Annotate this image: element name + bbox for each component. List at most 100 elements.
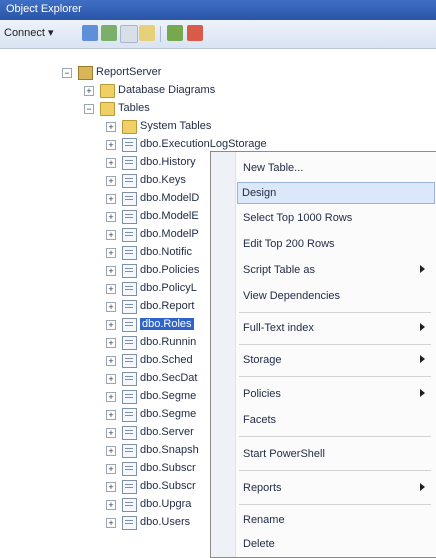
context-menu: New Table... Design Select Top 1000 Rows…: [210, 151, 436, 558]
expand-icon[interactable]: +: [106, 356, 116, 366]
table-icon: [122, 300, 137, 314]
menu-item-facets[interactable]: Facets: [239, 410, 431, 430]
expand-icon[interactable]: +: [106, 320, 116, 330]
table-label[interactable]: dbo.Keys: [140, 174, 186, 186]
menu-item-label: View Dependencies: [243, 290, 341, 302]
menu-item-label: Facets: [243, 414, 277, 426]
expand-icon[interactable]: +: [106, 212, 116, 222]
toolbar: Connect ▾: [0, 20, 436, 49]
table-label[interactable]: dbo.ExecutionLogStorage: [140, 138, 267, 150]
folder-label[interactable]: System Tables: [140, 120, 211, 132]
refresh-icon[interactable]: [167, 25, 183, 41]
connect-object-explorer-icon[interactable]: [82, 25, 98, 41]
expand-icon[interactable]: +: [106, 464, 116, 474]
table-label[interactable]: dbo.SecDat: [140, 372, 197, 384]
expand-icon[interactable]: +: [106, 158, 116, 168]
expand-icon[interactable]: +: [106, 518, 116, 528]
table-label[interactable]: dbo.Segme: [140, 390, 196, 402]
expand-icon[interactable]: +: [106, 176, 116, 186]
expand-icon[interactable]: +: [106, 428, 116, 438]
table-label[interactable]: dbo.PolicyL: [140, 282, 197, 294]
disconnect-icon[interactable]: [101, 25, 117, 41]
expand-icon[interactable]: +: [106, 410, 116, 420]
table-label[interactable]: dbo.Notific: [140, 246, 192, 258]
expand-icon[interactable]: +: [106, 284, 116, 294]
expand-icon[interactable]: +: [106, 392, 116, 402]
table-label[interactable]: dbo.Snapsh: [140, 444, 199, 456]
expand-icon[interactable]: +: [106, 248, 116, 258]
table-icon: [122, 372, 137, 386]
table-icon: [122, 462, 137, 476]
table-icon: [122, 444, 137, 458]
table-label[interactable]: dbo.ModelP: [140, 228, 199, 240]
menu-icon-strip: [211, 152, 236, 557]
table-label[interactable]: dbo.Runnin: [140, 336, 196, 348]
menu-item-design[interactable]: Design: [237, 182, 435, 204]
menu-item-label: Select Top 1000 Rows: [243, 212, 353, 224]
menu-item-edit-top-rows[interactable]: Edit Top 200 Rows: [239, 234, 431, 254]
menu-item-new-table[interactable]: New Table...: [239, 158, 431, 178]
menu-item-rename[interactable]: Rename: [239, 510, 431, 530]
menu-item-reports[interactable]: Reports: [239, 478, 431, 498]
menu-item-delete[interactable]: Delete: [239, 534, 431, 554]
menu-item-view-dependencies[interactable]: View Dependencies: [239, 286, 431, 306]
table-icon: [122, 426, 137, 440]
expand-icon[interactable]: +: [106, 194, 116, 204]
server-label[interactable]: ReportServer: [96, 66, 161, 78]
collapse-icon[interactable]: −: [62, 68, 72, 78]
folder-icon: [100, 84, 115, 98]
connect-button[interactable]: Connect ▾: [4, 26, 54, 39]
table-icon: [122, 408, 137, 422]
expand-icon[interactable]: +: [106, 230, 116, 240]
menu-item-label: Policies: [243, 388, 281, 400]
menu-item-label: Design: [242, 187, 277, 199]
table-icon: [122, 138, 137, 152]
stop-icon[interactable]: [120, 25, 138, 43]
filter-icon[interactable]: [139, 25, 155, 41]
table-icon: [122, 354, 137, 368]
table-label[interactable]: dbo.Report: [140, 300, 194, 312]
table-label[interactable]: dbo.History: [140, 156, 196, 168]
expand-icon[interactable]: +: [106, 500, 116, 510]
expand-icon[interactable]: +: [106, 374, 116, 384]
table-label[interactable]: dbo.Users: [140, 516, 190, 528]
menu-item-select-top-rows[interactable]: Select Top 1000 Rows: [239, 208, 431, 228]
menu-item-storage[interactable]: Storage: [239, 350, 431, 370]
expand-icon[interactable]: +: [106, 482, 116, 492]
menu-item-script-table-as[interactable]: Script Table as: [239, 260, 431, 280]
expand-icon[interactable]: +: [106, 446, 116, 456]
menu-item-full-text-index[interactable]: Full-Text index: [239, 318, 431, 338]
table-icon: [122, 390, 137, 404]
menu-item-label: Edit Top 200 Rows: [243, 238, 335, 250]
menu-item-start-powershell[interactable]: Start PowerShell: [239, 444, 431, 464]
expand-icon[interactable]: +: [106, 338, 116, 348]
table-label[interactable]: dbo.ModelD: [140, 192, 199, 204]
table-label[interactable]: dbo.Roles: [140, 318, 194, 330]
expand-icon[interactable]: +: [84, 86, 94, 96]
table-label[interactable]: dbo.Subscr: [140, 462, 196, 474]
table-label[interactable]: dbo.Subscr: [140, 480, 196, 492]
menu-item-label: Script Table as: [243, 264, 315, 276]
expand-icon[interactable]: +: [106, 302, 116, 312]
title-bar: Object Explorer: [0, 0, 436, 20]
expand-icon[interactable]: +: [106, 140, 116, 150]
table-label[interactable]: dbo.Upgra: [140, 498, 191, 510]
expand-icon[interactable]: +: [106, 122, 116, 132]
table-label[interactable]: dbo.Sched: [140, 354, 193, 366]
expand-icon[interactable]: +: [106, 266, 116, 276]
folder-label[interactable]: Database Diagrams: [118, 84, 215, 96]
table-icon: [122, 156, 137, 170]
menu-separator: [239, 376, 431, 377]
table-icon: [122, 228, 137, 242]
table-label[interactable]: dbo.Server: [140, 426, 194, 438]
submenu-arrow-icon: [420, 265, 425, 273]
table-label[interactable]: dbo.Segme: [140, 408, 196, 420]
summary-icon[interactable]: [187, 25, 203, 41]
menu-item-policies[interactable]: Policies: [239, 384, 431, 404]
menu-item-label: Full-Text index: [243, 322, 314, 334]
collapse-icon[interactable]: −: [84, 104, 94, 114]
table-icon: [122, 174, 137, 188]
folder-label[interactable]: Tables: [118, 102, 150, 114]
table-label[interactable]: dbo.Policies: [140, 264, 199, 276]
table-label[interactable]: dbo.ModelE: [140, 210, 199, 222]
